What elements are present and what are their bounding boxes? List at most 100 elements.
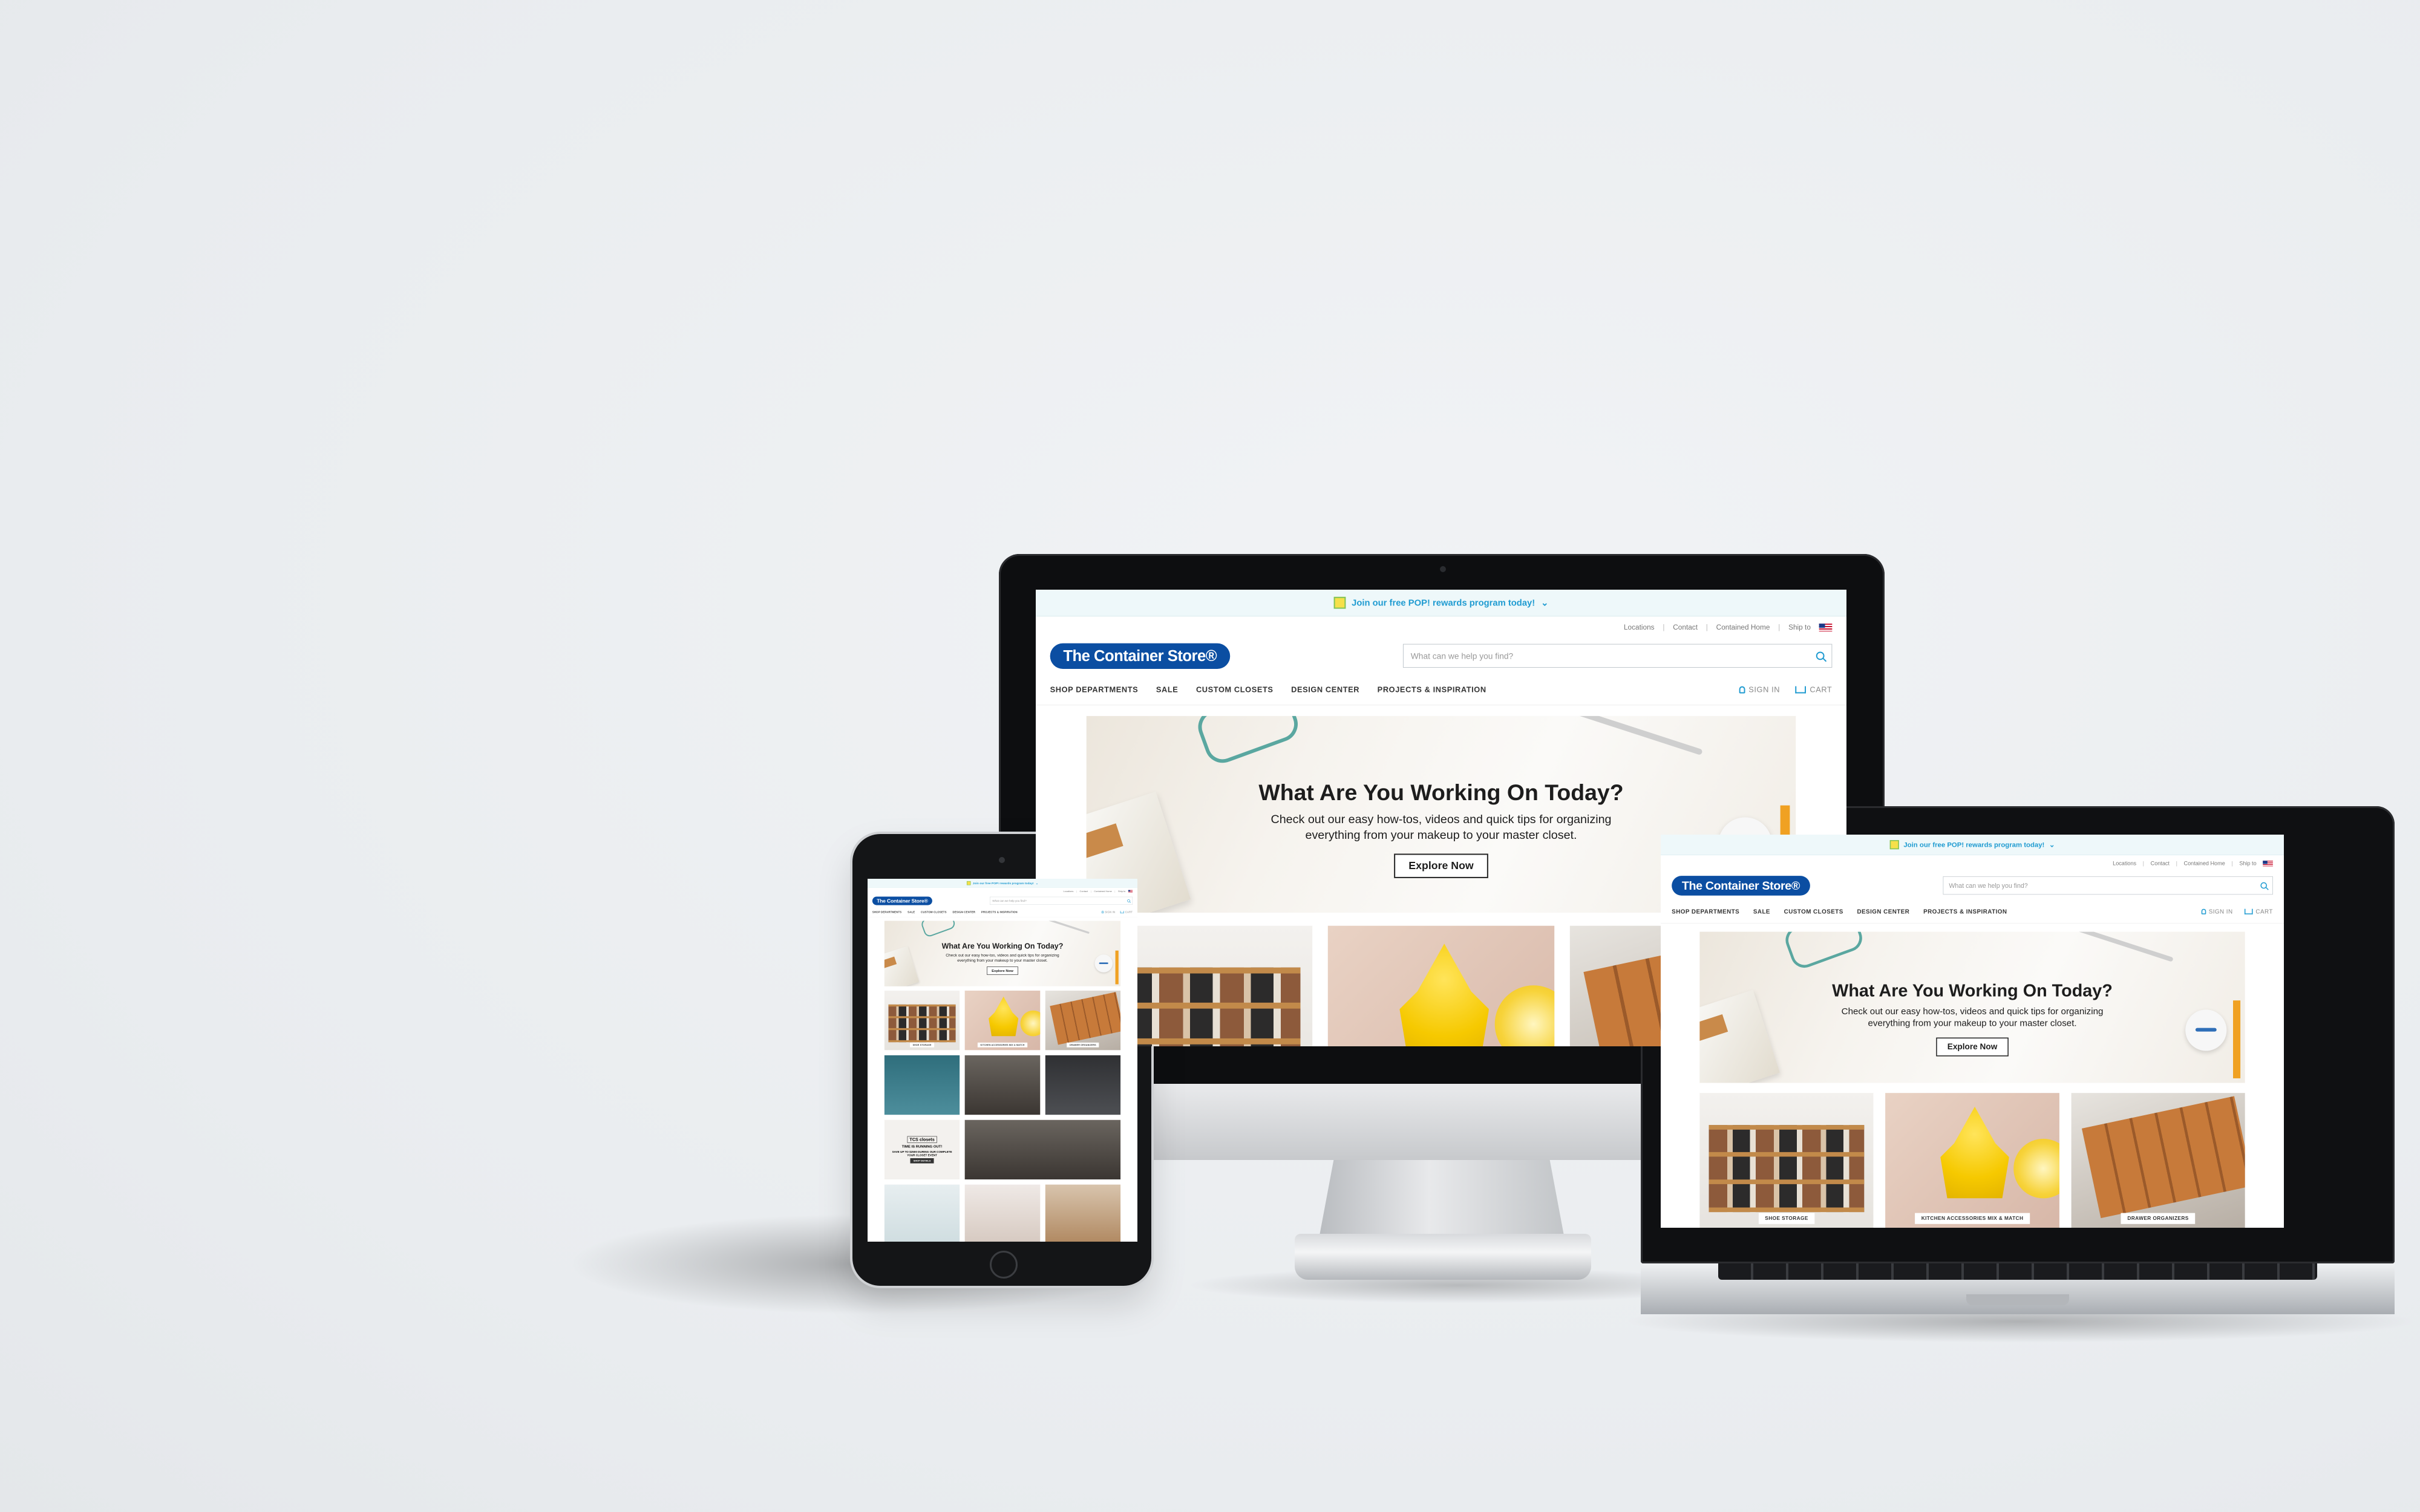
user-icon bbox=[2201, 908, 2206, 914]
nav-design-center[interactable]: DESIGN CENTER bbox=[1291, 685, 1359, 694]
hero-banner: What Are You Working On Today? Check out… bbox=[884, 921, 1121, 986]
website: Join our free POP! rewards program today… bbox=[868, 879, 1137, 1242]
search-icon[interactable] bbox=[1127, 899, 1130, 902]
utility-link-contact[interactable]: Contact bbox=[1673, 623, 1698, 631]
utility-link-contained-home[interactable]: Contained Home bbox=[2184, 860, 2225, 867]
nav-projects-inspiration[interactable]: PROJECTS & INSPIRATION bbox=[1378, 685, 1486, 694]
sign-in-link[interactable]: SIGN IN bbox=[2201, 908, 2233, 914]
nav-shop-departments[interactable]: SHOP DEPARTMENTS bbox=[872, 910, 901, 913]
sign-in-label: SIGN IN bbox=[1105, 910, 1116, 914]
category-grid: SHOE STORAGE KITCHEN ACCESSORIES MIX & M… bbox=[1699, 1093, 2245, 1228]
search-icon[interactable] bbox=[1816, 651, 1825, 660]
nav-shop-departments[interactable]: SHOP DEPARTMENTS bbox=[1050, 685, 1139, 694]
utility-link-locations[interactable]: Locations bbox=[1624, 623, 1655, 631]
search-input[interactable]: What can we help you find? bbox=[1402, 644, 1833, 668]
gift-icon bbox=[1333, 596, 1346, 609]
tile-kitchen-accessories[interactable]: KITCHEN ACCESSORIES MIX & MATCH bbox=[964, 990, 1041, 1051]
search-input[interactable]: What can we help you find? bbox=[1943, 876, 2273, 895]
search-icon[interactable] bbox=[2260, 882, 2268, 889]
promo-bar[interactable]: Join our free POP! rewards program today… bbox=[1661, 835, 2284, 856]
tile-image[interactable] bbox=[1045, 1055, 1121, 1115]
logo[interactable]: The Container Store® bbox=[1672, 875, 1810, 896]
nav-custom-closets[interactable]: CUSTOM CLOSETS bbox=[1784, 908, 1843, 914]
account-links: SIGN IN CART bbox=[1739, 685, 1832, 694]
cart-label: CART bbox=[2255, 907, 2273, 915]
sign-in-link[interactable]: SIGN IN bbox=[1739, 685, 1780, 694]
cart-link[interactable]: CART bbox=[2245, 908, 2273, 914]
nav-design-center[interactable]: DESIGN CENTER bbox=[952, 910, 975, 913]
tile-drawer-organizers[interactable]: DRAWER ORGANIZERS bbox=[1045, 990, 1121, 1051]
tablet-camera bbox=[999, 857, 1005, 863]
nav-custom-closets[interactable]: CUSTOM CLOSETS bbox=[921, 910, 946, 913]
utility-link-contained-home[interactable]: Contained Home bbox=[1094, 890, 1112, 893]
hero-body-line-2: everything from your makeup to your mast… bbox=[1868, 1018, 2077, 1029]
hero-body-line-1: Check out our easy how-tos, videos and q… bbox=[1270, 813, 1612, 827]
nav-custom-closets[interactable]: CUSTOM CLOSETS bbox=[1196, 685, 1274, 694]
utility-link-locations[interactable]: Locations bbox=[1063, 890, 1073, 893]
hero-image-glasses bbox=[1193, 715, 1303, 768]
chevron-down-icon: ⌄ bbox=[1035, 881, 1039, 885]
promo-bar-text: Join our free POP! rewards program today… bbox=[972, 881, 1034, 885]
gift-icon bbox=[1889, 840, 1899, 850]
search-input[interactable]: What can we help you find? bbox=[989, 896, 1133, 905]
hero-body: Check out our easy how-tos, videos and q… bbox=[885, 953, 1120, 963]
explore-now-button[interactable]: Explore Now bbox=[1394, 853, 1488, 878]
main-nav: SHOP DEPARTMENTS SALE CUSTOM CLOSETS DES… bbox=[868, 907, 1137, 917]
header: The Container Store® What can we help yo… bbox=[1036, 638, 1846, 674]
hero-body-line-1: Check out our easy how-tos, videos and q… bbox=[946, 953, 1059, 958]
nav-projects-inspiration[interactable]: PROJECTS & INSPIRATION bbox=[1923, 908, 2007, 914]
tile-image[interactable] bbox=[1045, 1184, 1121, 1242]
tile-caption: KITCHEN ACCESSORIES MIX & MATCH bbox=[1915, 1213, 2030, 1224]
utility-link-contact[interactable]: Contact bbox=[1080, 890, 1088, 893]
tile-kitchen-accessories[interactable]: KITCHEN ACCESSORIES MIX & MATCH bbox=[1885, 1093, 2059, 1228]
tile-kitchen-accessories[interactable]: KITCHEN ACCESSORIES MIX & MATCH bbox=[1328, 925, 1554, 1046]
cart-link[interactable]: CART bbox=[1795, 685, 1833, 694]
us-flag-icon[interactable] bbox=[2263, 860, 2273, 867]
logo[interactable]: The Container Store® bbox=[872, 896, 932, 905]
utility-link-locations[interactable]: Locations bbox=[2113, 860, 2136, 867]
explore-now-button[interactable]: Explore Now bbox=[987, 966, 1018, 975]
tile-caption: SHOE STORAGE bbox=[1758, 1213, 1815, 1224]
us-flag-icon[interactable] bbox=[1128, 890, 1133, 893]
nav-sale[interactable]: SALE bbox=[908, 910, 915, 913]
tile-image[interactable] bbox=[964, 1055, 1041, 1115]
utility-link-contained-home[interactable]: Contained Home bbox=[1716, 623, 1770, 631]
nav-sale[interactable]: SALE bbox=[1753, 908, 1770, 914]
utility-link-ship-to[interactable]: Ship to bbox=[1788, 623, 1811, 631]
tile-shoe-storage[interactable]: SHOE STORAGE bbox=[1699, 1093, 1874, 1228]
hero-banner: What Are You Working On Today? Check out… bbox=[1699, 931, 2245, 1083]
logo[interactable]: The Container Store® bbox=[1050, 643, 1230, 669]
nav-sale[interactable]: SALE bbox=[1156, 685, 1179, 694]
divider: | bbox=[1778, 623, 1781, 631]
utility-link-ship-to[interactable]: Ship to bbox=[1118, 890, 1125, 893]
tile-image[interactable] bbox=[964, 1119, 1121, 1180]
search-placeholder: What can we help you find? bbox=[1949, 882, 2028, 890]
cart-label: CART bbox=[1125, 910, 1133, 914]
imac-stand-neck bbox=[1319, 1160, 1565, 1239]
promo-bar[interactable]: Join our free POP! rewards program today… bbox=[1036, 590, 1846, 617]
utility-link-contact[interactable]: Contact bbox=[2151, 860, 2170, 867]
website: Join our free POP! rewards program today… bbox=[1661, 835, 2284, 1228]
tile-drawer-organizers[interactable]: DRAWER ORGANIZERS bbox=[2071, 1093, 2245, 1228]
account-links: SIGN IN CART bbox=[2201, 908, 2273, 914]
nav-shop-departments[interactable]: SHOP DEPARTMENTS bbox=[1672, 908, 1739, 914]
nav-design-center[interactable]: DESIGN CENTER bbox=[1857, 908, 1909, 914]
tile-image[interactable] bbox=[964, 1184, 1041, 1242]
explore-now-button[interactable]: Explore Now bbox=[1936, 1037, 2009, 1057]
tile-image[interactable] bbox=[884, 1184, 960, 1242]
tile-image[interactable] bbox=[884, 1055, 960, 1115]
nav-projects-inspiration[interactable]: PROJECTS & INSPIRATION bbox=[981, 910, 1018, 913]
promo-tile-button[interactable]: SHOP DETAILS bbox=[910, 1158, 934, 1164]
promo-bar[interactable]: Join our free POP! rewards program today… bbox=[868, 879, 1137, 888]
closet-promo-tile[interactable]: TCS closets TIME IS RUNNING OUT! SAVE UP… bbox=[884, 1119, 960, 1180]
account-links: SIGN IN CART bbox=[1101, 910, 1133, 914]
utility-link-ship-to[interactable]: Ship to bbox=[2239, 860, 2256, 867]
us-flag-icon[interactable] bbox=[1819, 623, 1833, 631]
tablet-home-button[interactable] bbox=[990, 1251, 1018, 1279]
divider: | bbox=[1705, 623, 1708, 631]
cart-link[interactable]: CART bbox=[1120, 910, 1133, 913]
sign-in-link[interactable]: SIGN IN bbox=[1101, 910, 1116, 914]
hero-title: What Are You Working On Today? bbox=[1832, 981, 2113, 1001]
tile-shoe-storage[interactable]: SHOE STORAGE bbox=[884, 990, 960, 1051]
tile-caption: DRAWER ORGANIZERS bbox=[1067, 1042, 1099, 1048]
